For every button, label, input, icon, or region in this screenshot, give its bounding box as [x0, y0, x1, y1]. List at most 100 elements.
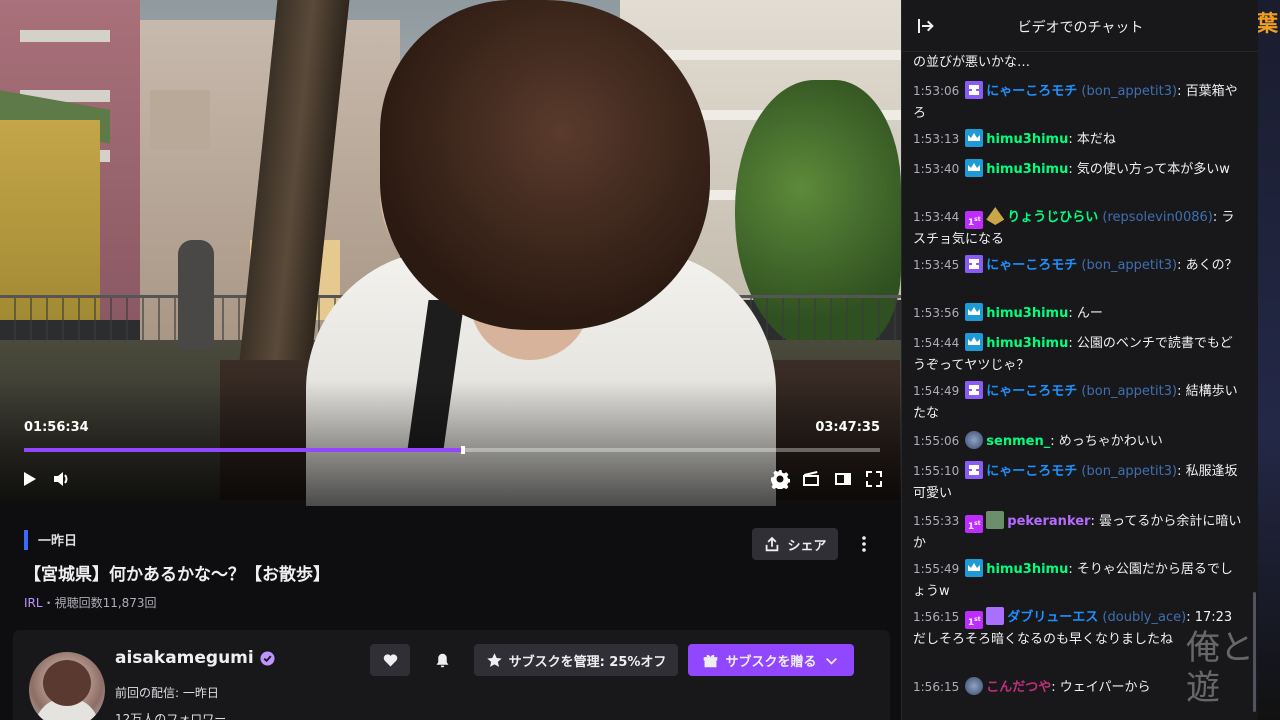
chat-timestamp[interactable]: 1:53:44 — [913, 210, 959, 224]
chat-message: 1:53:06 にゃーころモチ (bon_appetit3): 百葉箱やろ — [913, 80, 1243, 125]
gift-subscription-button[interactable]: サブスクを贈る — [688, 644, 854, 676]
theatre-mode-button[interactable] — [830, 466, 856, 492]
first-chatter-badge-icon[interactable]: 1st — [965, 515, 984, 533]
crown-badge-icon[interactable] — [965, 333, 984, 351]
chat-login-name: (bon_appetit3) — [1081, 84, 1178, 99]
chat-timestamp[interactable]: 1:54:44 — [913, 336, 959, 350]
more-vertical-icon — [862, 536, 866, 552]
clip-button[interactable] — [798, 466, 824, 492]
gift-badge-icon[interactable] — [986, 607, 1005, 625]
chat-message-text: : ウェイパーから — [1051, 680, 1151, 695]
chat-title: ビデオでのチャット — [1017, 20, 1144, 36]
star-icon — [486, 652, 502, 667]
gear-icon — [771, 470, 790, 489]
total-duration: 03:47:35 — [815, 420, 880, 435]
chat-username[interactable]: pekeranker — [1007, 514, 1090, 529]
video-chat-panel: ビデオでのチャット の並びが悪いかな… 1:53:06 にゃーころモチ (bon_a… — [901, 0, 1258, 720]
crown-badge-icon[interactable] — [965, 159, 984, 177]
chat-login-name: (bon_appetit3) — [1081, 258, 1178, 273]
chat-message-text: : んー — [1068, 306, 1103, 321]
seek-bar[interactable] — [24, 446, 880, 454]
chat-message: 1:55:49 himu3himu: そりゃ公園だから居るでしょうw — [913, 558, 1243, 603]
category-link[interactable]: IRL — [24, 596, 43, 610]
chat-username[interactable]: りょうじひらい — [1007, 210, 1098, 225]
settings-button[interactable] — [767, 466, 793, 492]
chat-message-text: : めっちゃかわいい — [1050, 434, 1163, 449]
chat-username[interactable]: himu3himu — [986, 162, 1068, 177]
crown-badge-icon[interactable] — [965, 559, 984, 577]
clip-icon — [803, 471, 819, 486]
first-chatter-badge-icon[interactable]: 1st — [965, 611, 984, 629]
adjacent-window-edge: 葉 — [1258, 0, 1280, 720]
chat-username[interactable]: にゃーころモチ — [986, 258, 1077, 273]
chat-login-name: (doubly_ace) — [1102, 610, 1187, 625]
chat-username[interactable]: himu3himu — [986, 306, 1068, 321]
subscriber-badge-icon[interactable] — [965, 461, 984, 479]
chat-timestamp[interactable]: 1:55:06 — [913, 434, 959, 448]
chat-timestamp[interactable]: 1:53:45 — [913, 258, 959, 272]
channel-name[interactable]: aisakamegumi — [115, 648, 275, 668]
chat-login-name: (bon_appetit3) — [1081, 464, 1178, 479]
subscriber-badge-icon[interactable] — [965, 381, 984, 399]
chat-timestamp[interactable]: 1:55:49 — [913, 562, 959, 576]
chat-username[interactable]: にゃーころモチ — [986, 384, 1077, 399]
theatre-mode-icon — [835, 473, 851, 485]
follow-button[interactable] — [370, 644, 410, 676]
notifications-button[interactable] — [422, 644, 462, 676]
chat-timestamp[interactable]: 1:54:49 — [913, 384, 959, 398]
current-time: 01:56:34 — [24, 420, 89, 435]
channel-avatar[interactable] — [29, 652, 105, 720]
chat-scrollbar[interactable] — [1252, 52, 1256, 720]
subscriber-badge-icon[interactable] — [965, 255, 984, 273]
subscriber-badge-icon[interactable] — [965, 81, 984, 99]
chat-username[interactable]: senmen_ — [986, 434, 1050, 449]
chat-login-name: (bon_appetit3) — [1081, 384, 1178, 399]
chat-timestamp[interactable]: 1:53:40 — [913, 162, 959, 176]
chat-username[interactable]: にゃーころモチ — [986, 464, 1077, 479]
first-chatter-badge-icon[interactable]: 1st — [965, 211, 984, 229]
last-stream-date: 前回の配信: 一昨日 — [115, 686, 219, 700]
video-info-panel: 一昨日 【宮城県】何かあるかな～？【お散歩】 IRL・視聴回数11,873回 シ… — [0, 506, 901, 720]
chat-username[interactable]: にゃーころモチ — [986, 84, 1077, 99]
video-player[interactable]: 01:56:34 03:47:35 — [0, 0, 901, 506]
volume-button[interactable] — [48, 466, 74, 492]
avatar-badge-icon[interactable] — [965, 431, 984, 449]
share-button[interactable]: シェア — [752, 528, 838, 560]
chat-username[interactable]: himu3himu — [986, 132, 1068, 147]
chat-message: 1:53:45 にゃーころモチ (bon_appetit3): あくの？ — [913, 254, 1243, 277]
chat-message: 1:53:40 himu3himu: 気の使い方って本が多いw — [913, 158, 1243, 181]
avatar-badge-icon[interactable] — [965, 677, 984, 695]
chat-message: 1:53:13 himu3himu: 本だね — [913, 128, 1243, 151]
drop-badge-icon[interactable] — [986, 207, 1005, 225]
play-button[interactable] — [16, 466, 42, 492]
chat-timestamp[interactable]: 1:55:33 — [913, 514, 959, 528]
crown-badge-icon[interactable] — [965, 303, 984, 321]
chat-timestamp[interactable]: 1:56:15 — [913, 680, 959, 694]
chat-username[interactable]: himu3himu — [986, 336, 1068, 351]
share-label: シェア — [787, 538, 827, 554]
crown-badge-icon[interactable] — [965, 129, 984, 147]
manage-subscription-button[interactable]: サブスクを管理: 25%オフ — [474, 644, 678, 676]
seek-bar-handle[interactable] — [461, 446, 466, 454]
chat-timestamp[interactable]: 1:53:56 — [913, 306, 959, 320]
chat-username[interactable]: ダブリューエス — [1007, 610, 1098, 625]
chat-timestamp[interactable]: 1:55:10 — [913, 464, 959, 478]
heart-icon — [383, 653, 397, 666]
chat-timestamp[interactable]: 1:56:15 — [913, 610, 959, 624]
more-options-button[interactable] — [851, 528, 877, 560]
video-date: 一昨日 — [38, 534, 78, 549]
volume-icon — [54, 472, 68, 486]
chat-message: 1:55:33 1st pekeranker: 曇ってるから余計に暗いか — [913, 510, 1243, 555]
chat-username[interactable]: こんだつや — [986, 680, 1051, 695]
sword-badge-icon[interactable] — [986, 511, 1005, 529]
fullscreen-button[interactable] — [861, 466, 887, 492]
chat-username[interactable]: himu3himu — [986, 562, 1068, 577]
chat-timestamp[interactable]: 1:53:13 — [913, 132, 959, 146]
video-controls-gradient — [0, 380, 901, 506]
chat-message: 1:54:49 にゃーころモチ (bon_appetit3): 結構歩いたな — [913, 380, 1243, 425]
manage-subscription-label: サブスクを管理: 25%オフ — [508, 654, 667, 670]
chat-timestamp[interactable]: 1:53:06 — [913, 84, 959, 98]
chat-message-text: : あくの？ — [1177, 258, 1238, 273]
chat-message: 1:53:56 himu3himu: んー — [913, 302, 1243, 325]
video-meta: IRL・視聴回数11,873回 — [24, 594, 157, 611]
